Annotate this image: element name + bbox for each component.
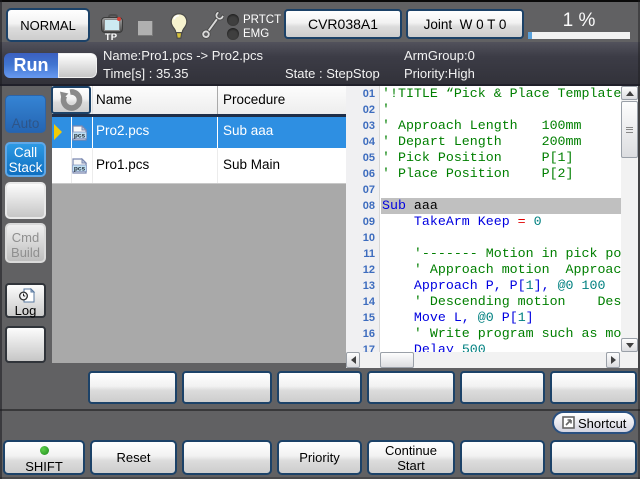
svg-text:pcs: pcs bbox=[74, 133, 86, 140]
svg-text:pcs: pcs bbox=[74, 166, 86, 173]
